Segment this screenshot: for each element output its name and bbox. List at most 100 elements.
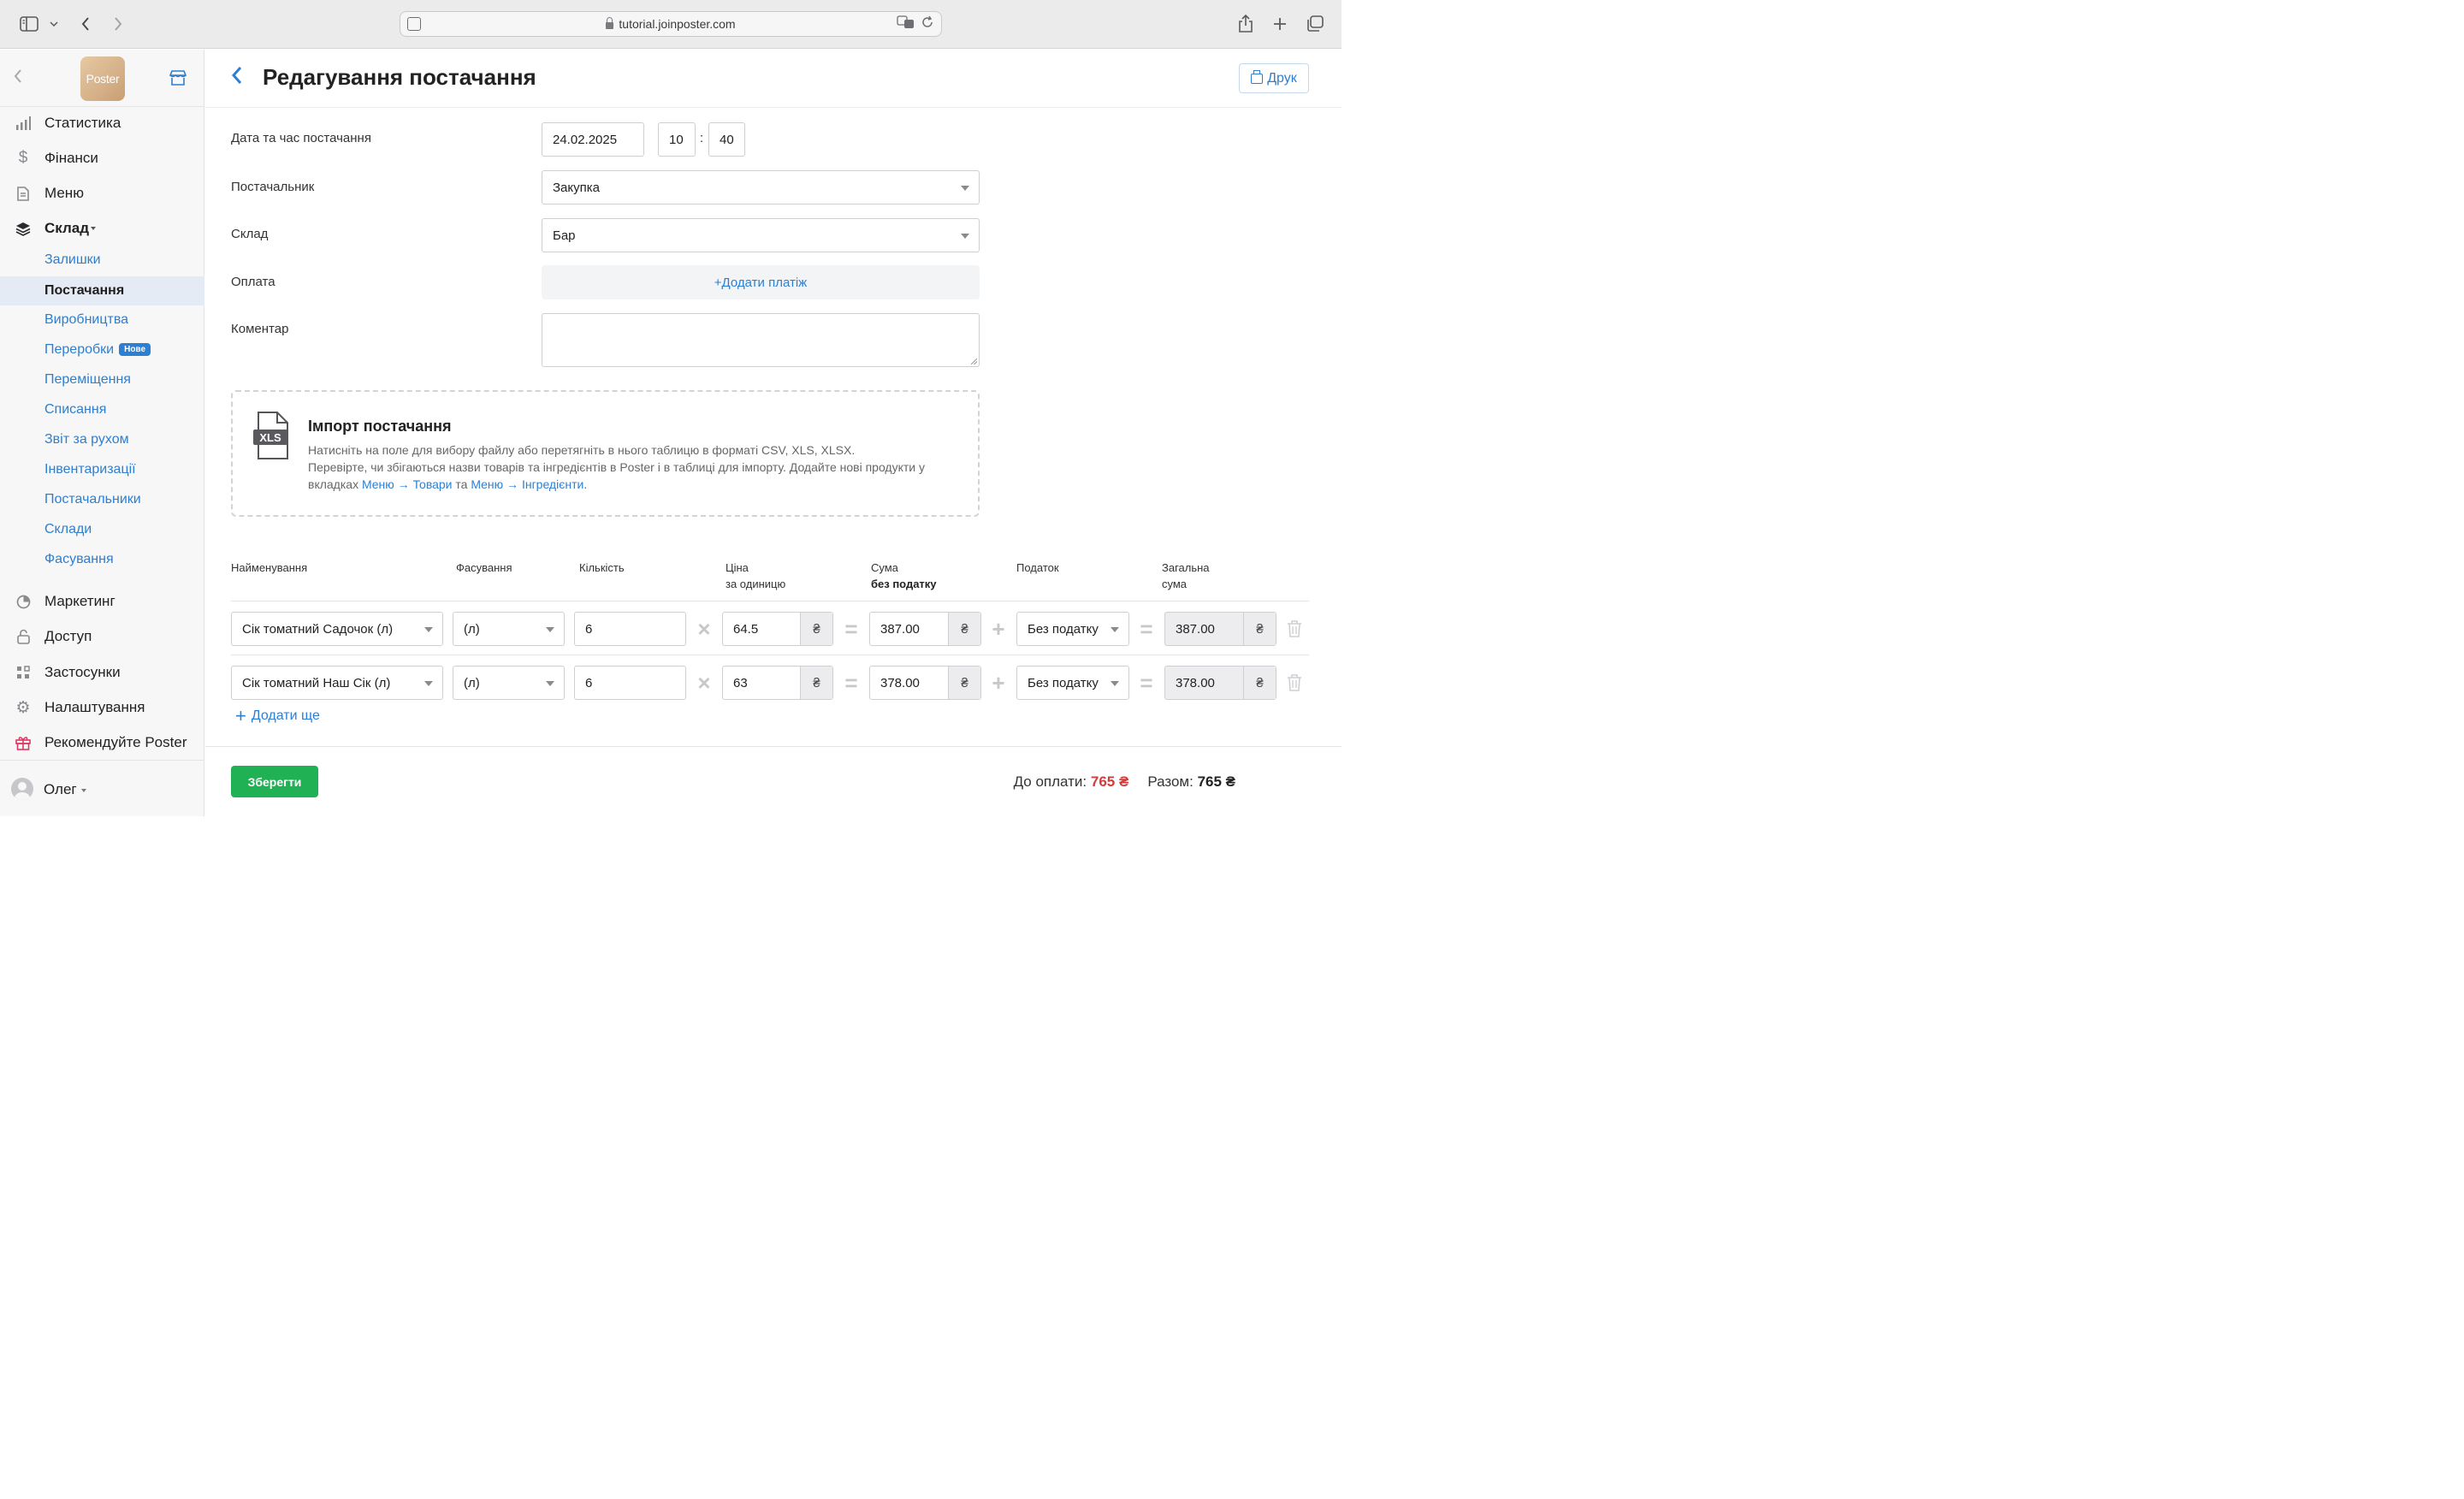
total-header-line2: сума bbox=[1162, 578, 1188, 590]
print-button[interactable]: Друк bbox=[1239, 63, 1309, 93]
forward-arrow-icon[interactable] bbox=[110, 12, 127, 36]
page-header: Редагування постачання Друк bbox=[205, 50, 1342, 108]
add-payment-button[interactable]: +Додати платіж bbox=[542, 265, 980, 299]
dollar-icon: $ bbox=[18, 149, 28, 167]
price-header-line1: Ціна bbox=[726, 561, 749, 574]
total-field: 387.00 ₴ bbox=[1164, 612, 1276, 646]
hour-input[interactable]: 10 bbox=[658, 122, 696, 157]
menu-ingredients-link[interactable]: Меню → Інгредієнти bbox=[471, 477, 583, 491]
time-separator: : bbox=[700, 131, 704, 145]
sidebar-item-marketing[interactable]: Маркетинг bbox=[0, 586, 204, 617]
sidebar-item-statistics[interactable]: Статистика bbox=[0, 108, 204, 139]
layers-icon bbox=[15, 220, 32, 237]
add-more-label: Додати ще bbox=[251, 708, 320, 723]
printer-icon bbox=[1251, 69, 1264, 84]
price-input[interactable]: 64.5 ₴ bbox=[722, 612, 833, 646]
warehouse-select[interactable]: Бар bbox=[542, 218, 980, 252]
sidebar-item-apps[interactable]: Застосунки bbox=[0, 657, 204, 688]
import-line-2: Перевірте, чи збігаються назви товарів т… bbox=[308, 459, 967, 493]
poster-logo[interactable]: Poster bbox=[80, 56, 125, 101]
quantity-input[interactable]: 6 bbox=[574, 612, 686, 646]
product-select[interactable]: Сік томатний Садочок (л) bbox=[231, 612, 443, 646]
share-icon[interactable] bbox=[1235, 12, 1256, 36]
minute-input[interactable]: 40 bbox=[708, 122, 745, 157]
menu-products-link[interactable]: Меню → Товари bbox=[362, 477, 453, 491]
sidebar-subitem-transfers[interactable]: Переміщення bbox=[0, 365, 204, 394]
sidebar-subitem-inventory[interactable]: Інвентаризації bbox=[0, 455, 204, 484]
subitem-label: Постачальники bbox=[44, 492, 141, 507]
plus-icon: + bbox=[992, 669, 1005, 696]
sidebar-subitem-movement-report[interactable]: Звіт за рухом bbox=[0, 425, 204, 454]
quantity-input[interactable]: 6 bbox=[574, 666, 686, 700]
apps-grid-icon bbox=[15, 664, 32, 681]
sidebar-subitem-packing[interactable]: Фасування bbox=[0, 545, 204, 574]
supplier-label: Постачальник bbox=[231, 180, 315, 194]
packing-select[interactable]: (л) bbox=[453, 666, 565, 700]
storefront-icon[interactable] bbox=[169, 70, 187, 86]
grand-total: Разом: 765 ₴ bbox=[1147, 773, 1235, 791]
add-more-button[interactable]: + Додати ще bbox=[235, 707, 320, 726]
trash-icon[interactable] bbox=[1287, 673, 1302, 692]
new-tab-icon[interactable] bbox=[1270, 12, 1290, 36]
amount-due-label: До оплати: bbox=[1013, 773, 1087, 790]
sum-input[interactable]: 387.00 ₴ bbox=[869, 612, 981, 646]
pie-chart-icon bbox=[15, 593, 32, 610]
avatar[interactable] bbox=[11, 778, 33, 800]
translate-icon[interactable] bbox=[897, 15, 915, 33]
comment-textarea[interactable] bbox=[542, 313, 980, 367]
tabs-overview-icon[interactable] bbox=[1304, 12, 1326, 36]
sidebar-item-warehouse[interactable]: Склад bbox=[0, 213, 204, 244]
sidebar: Poster Статистика $ Фінанси Меню Склад З… bbox=[0, 50, 204, 816]
plus-icon: + bbox=[992, 615, 1005, 642]
import-dropzone[interactable]: XLS Імпорт постачання Натисніть на поле … bbox=[231, 390, 980, 517]
packing-select[interactable]: (л) bbox=[453, 612, 565, 646]
sum-input[interactable]: 378.00 ₴ bbox=[869, 666, 981, 700]
sidebar-subitem-stock[interactable]: Залишки bbox=[0, 246, 204, 275]
save-button[interactable]: Зберегти bbox=[231, 766, 318, 797]
page-menu-icon[interactable] bbox=[407, 17, 421, 31]
trash-icon[interactable] bbox=[1287, 619, 1302, 638]
import-title: Імпорт постачання bbox=[308, 418, 452, 435]
sidebar-subitem-suppliers[interactable]: Постачальники bbox=[0, 485, 204, 514]
browser-toolbar: tutorial.joinposter.com bbox=[0, 0, 1342, 49]
sidebar-item-access[interactable]: Доступ bbox=[0, 621, 204, 652]
price-header-line2: за одиницю bbox=[726, 578, 786, 590]
page-title: Редагування постачання bbox=[263, 64, 536, 90]
sidebar-subitem-production[interactable]: Виробництва bbox=[0, 305, 204, 335]
sidebar-item-label: Доступ bbox=[44, 628, 92, 644]
total-value: 378.00 bbox=[1176, 675, 1215, 690]
sidebar-toggle-icon[interactable] bbox=[17, 12, 41, 36]
sidebar-subitem-processing[interactable]: Переробки Нове bbox=[0, 335, 204, 364]
sidebar-subitem-supplies[interactable]: Постачання bbox=[0, 276, 204, 305]
sidebar-subitem-warehouses[interactable]: Склади bbox=[0, 515, 204, 544]
sidebar-item-label: Статистика bbox=[44, 115, 121, 131]
sidebar-item-menu[interactable]: Меню bbox=[0, 178, 204, 209]
back-chevron-icon[interactable] bbox=[231, 65, 248, 87]
sidebar-subitem-writeoffs[interactable]: Списання bbox=[0, 395, 204, 424]
col-header-packing: Фасування bbox=[456, 561, 512, 574]
user-menu[interactable]: Олег bbox=[0, 760, 204, 816]
tax-select[interactable]: Без податку bbox=[1016, 612, 1129, 646]
subitem-text: Переробки bbox=[44, 342, 115, 357]
sidebar-item-finance[interactable]: $ Фінанси bbox=[0, 143, 204, 174]
price-input[interactable]: 63 ₴ bbox=[722, 666, 833, 700]
subitem-label: Виробництва bbox=[44, 312, 129, 327]
back-arrow-icon[interactable] bbox=[77, 12, 94, 36]
sidebar-item-settings[interactable]: ⚙ Налаштування bbox=[0, 692, 204, 723]
subitem-label: Переробки Нове bbox=[44, 342, 151, 358]
collapse-sidebar-icon[interactable] bbox=[14, 68, 22, 89]
supplier-select[interactable]: Закупка bbox=[542, 170, 980, 204]
product-select[interactable]: Сік томатний Наш Сік (л) bbox=[231, 666, 443, 700]
user-name: Олег bbox=[44, 781, 77, 797]
col-header-tax: Податок bbox=[1016, 561, 1059, 574]
date-input[interactable]: 24.02.2025 bbox=[542, 122, 644, 157]
sidebar-item-recommend[interactable]: Рекомендуйте Poster bbox=[0, 727, 204, 758]
reload-icon[interactable] bbox=[921, 15, 934, 33]
equals-icon: = bbox=[1140, 615, 1153, 642]
address-bar[interactable]: tutorial.joinposter.com bbox=[400, 11, 942, 37]
grand-total-value: 765 ₴ bbox=[1197, 773, 1235, 790]
chevron-down-icon[interactable] bbox=[48, 12, 60, 36]
sidebar-item-label: Склад bbox=[44, 220, 90, 236]
print-label: Друк bbox=[1267, 70, 1297, 86]
tax-select[interactable]: Без податку bbox=[1016, 666, 1129, 700]
